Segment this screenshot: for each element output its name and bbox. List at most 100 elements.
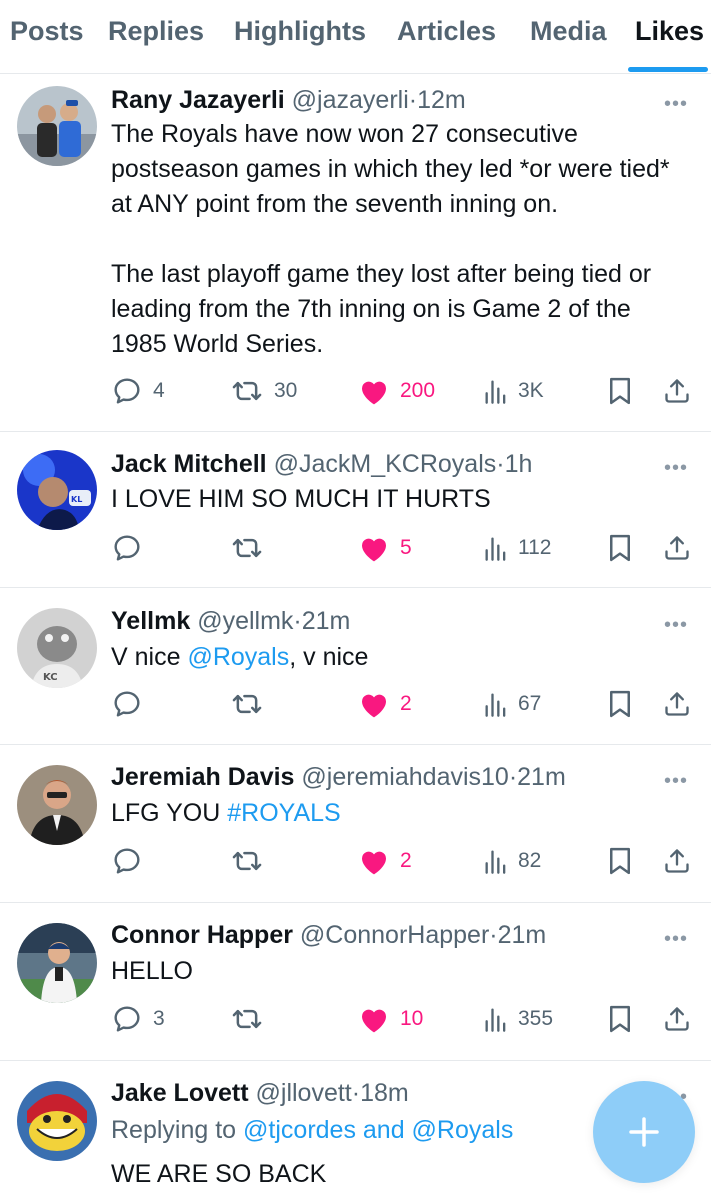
views-button[interactable]: 112	[484, 528, 551, 568]
like-button[interactable]: 5	[358, 528, 412, 568]
like-button[interactable]: 10	[358, 999, 423, 1039]
repost-button[interactable]	[230, 684, 274, 724]
avatar[interactable]	[17, 765, 97, 845]
share-icon	[665, 692, 689, 716]
reply-button[interactable]	[111, 684, 153, 724]
share-button[interactable]	[663, 684, 691, 724]
like-button[interactable]: 2	[358, 841, 412, 881]
tweet[interactable]: KC Yellmk @yellmk·21m ••• V nice @Royals…	[0, 588, 711, 745]
tab-media[interactable]: Media	[530, 16, 607, 47]
views-icon	[485, 1008, 506, 1032]
mention-link[interactable]: @Royals	[187, 643, 289, 671]
heart-icon	[362, 538, 386, 562]
compose-button[interactable]	[593, 1081, 695, 1183]
avatar[interactable]	[17, 923, 97, 1003]
tweet-text: The Royals have now won 27 consecutive p…	[111, 120, 670, 358]
author-name[interactable]: Yellmk	[111, 607, 190, 635]
bookmark-button[interactable]	[607, 841, 633, 881]
tweet-actions: 3 10 355	[0, 999, 711, 1039]
repost-button[interactable]	[230, 841, 274, 881]
heart-icon	[362, 1009, 386, 1033]
author-name[interactable]: Jack Mitchell	[111, 450, 267, 478]
repost-button[interactable]	[230, 528, 274, 568]
timestamp[interactable]: 21m	[302, 607, 351, 635]
bookmark-button[interactable]	[607, 684, 633, 724]
author-name[interactable]: Connor Happer	[111, 921, 293, 949]
tab-likes[interactable]: Likes	[635, 16, 704, 47]
repost-button[interactable]: 30	[230, 371, 297, 411]
views-button[interactable]: 355	[484, 999, 553, 1039]
replying-to-links[interactable]: @tjcordes and @Royals	[243, 1116, 513, 1144]
timestamp[interactable]: 21m	[498, 921, 547, 949]
tweet-actions: 4 30 200 3K	[0, 371, 711, 411]
replying-to: Replying to @tjcordes and @Royals	[111, 1114, 513, 1146]
author-handle[interactable]: @jazayerli	[292, 86, 409, 114]
active-tab-indicator	[628, 67, 708, 72]
bookmark-button[interactable]	[607, 371, 633, 411]
bookmark-button[interactable]	[607, 999, 633, 1039]
timestamp[interactable]: 21m	[517, 763, 566, 791]
tab-highlights[interactable]: Highlights	[234, 16, 366, 47]
avatar[interactable]	[17, 1081, 97, 1161]
views-button[interactable]: 82	[484, 841, 541, 881]
separator-dot: ·	[508, 763, 518, 791]
share-button[interactable]	[663, 841, 691, 881]
views-icon	[485, 850, 506, 874]
share-button[interactable]	[663, 371, 691, 411]
tab-replies[interactable]: Replies	[108, 16, 204, 47]
reply-button[interactable]	[111, 841, 153, 881]
author-handle[interactable]: @jeremiahdavis10	[301, 763, 508, 791]
timestamp[interactable]: 1h	[505, 450, 533, 478]
timestamp[interactable]: 18m	[360, 1079, 409, 1107]
reply-icon	[114, 691, 140, 717]
author-handle[interactable]: @JackM_KCRoyals	[274, 450, 497, 478]
plus-icon	[629, 1117, 659, 1147]
profile-tabs: Posts Replies Highlights Articles Media …	[0, 0, 711, 74]
tweet[interactable]: KL Jack Mitchell @JackM_KCRoyals·1h ••• …	[0, 432, 711, 588]
heart-icon	[362, 851, 386, 875]
hashtag-link[interactable]: #ROYALS	[227, 799, 340, 827]
bookmark-button[interactable]	[607, 528, 633, 568]
share-icon	[665, 1007, 689, 1031]
more-options-icon[interactable]: •••	[664, 615, 688, 635]
more-options-icon[interactable]: •••	[664, 94, 688, 114]
more-options-icon[interactable]: •••	[664, 929, 688, 949]
tweet[interactable]: Connor Happer @ConnorHapper·21m ••• HELL…	[0, 903, 711, 1061]
heart-icon	[362, 381, 386, 405]
reply-button[interactable]	[111, 528, 153, 568]
reply-icon	[114, 535, 140, 561]
reply-button[interactable]: 3	[111, 999, 165, 1039]
tweet[interactable]: Rany Jazayerli @jazayerli·12m ••• The Ro…	[0, 74, 711, 432]
author-name[interactable]: Rany Jazayerli	[111, 86, 285, 114]
reply-icon	[114, 378, 140, 404]
share-button[interactable]	[663, 999, 691, 1039]
more-options-icon[interactable]: •••	[664, 771, 688, 791]
like-count: 5	[400, 536, 412, 559]
separator-dot: ·	[496, 450, 505, 478]
author-handle[interactable]: @ConnorHapper	[300, 921, 489, 949]
tweet-header: Yellmk @yellmk·21m	[111, 605, 350, 637]
timestamp[interactable]: 12m	[417, 86, 466, 114]
avatar[interactable]: KL	[17, 450, 97, 530]
reply-button[interactable]: 4	[111, 371, 165, 411]
svg-text:KC: KC	[43, 672, 58, 683]
views-icon	[485, 693, 506, 717]
avatar[interactable]	[17, 86, 97, 166]
like-button[interactable]: 2	[358, 684, 412, 724]
tab-posts[interactable]: Posts	[10, 16, 84, 47]
share-button[interactable]	[663, 528, 691, 568]
author-name[interactable]: Jake Lovett	[111, 1079, 249, 1107]
author-handle[interactable]: @jllovett	[256, 1079, 352, 1107]
tweet[interactable]: Jeremiah Davis @jeremiahdavis10·21m ••• …	[0, 745, 711, 903]
more-options-icon[interactable]: •••	[664, 458, 688, 478]
repost-button[interactable]	[230, 999, 274, 1039]
tweet-text: I LOVE HIM SO MUCH IT HURTS	[111, 485, 491, 513]
views-button[interactable]: 67	[484, 684, 541, 724]
author-name[interactable]: Jeremiah Davis	[111, 763, 294, 791]
like-button[interactable]: 200	[358, 371, 435, 411]
tweet-text-start: LFG YOU	[111, 799, 228, 827]
views-button[interactable]: 3K	[484, 371, 544, 411]
avatar[interactable]: KC	[17, 608, 97, 688]
tab-articles[interactable]: Articles	[397, 16, 496, 47]
author-handle[interactable]: @yellmk	[197, 607, 293, 635]
